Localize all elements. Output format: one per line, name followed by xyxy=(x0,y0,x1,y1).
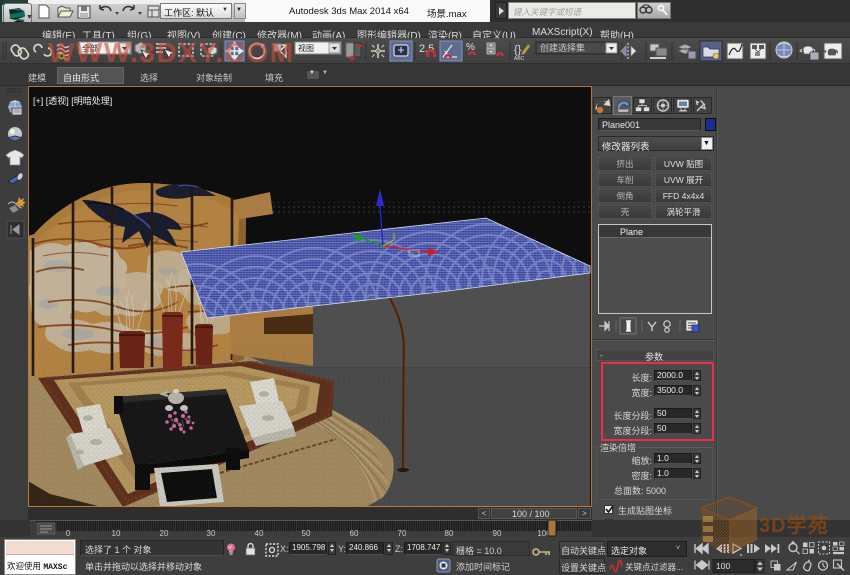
svg-text:50: 50 xyxy=(302,529,311,537)
svg-text:[+] [透视] [明暗处理]: [+] [透视] [明暗处理] xyxy=(33,95,112,106)
svg-text:40: 40 xyxy=(255,529,264,537)
svg-text:20: 20 xyxy=(160,529,169,537)
svg-text:70: 70 xyxy=(398,529,407,537)
svg-text:创建选择集: 创建选择集 xyxy=(540,42,585,53)
svg-text:ABC: ABC xyxy=(514,56,525,62)
svg-text:10: 10 xyxy=(112,529,121,537)
svg-text:视图: 视图 xyxy=(298,43,314,53)
svg-text:3D学苑: 3D学苑 xyxy=(759,513,829,537)
svg-text:30: 30 xyxy=(207,529,216,537)
svg-text:{}: {} xyxy=(514,44,522,56)
svg-text:0: 0 xyxy=(66,529,71,537)
svg-text:80: 80 xyxy=(445,529,454,537)
svg-text:60: 60 xyxy=(350,529,359,537)
svg-text:90: 90 xyxy=(493,529,502,537)
svg-text:100: 100 xyxy=(716,561,730,571)
